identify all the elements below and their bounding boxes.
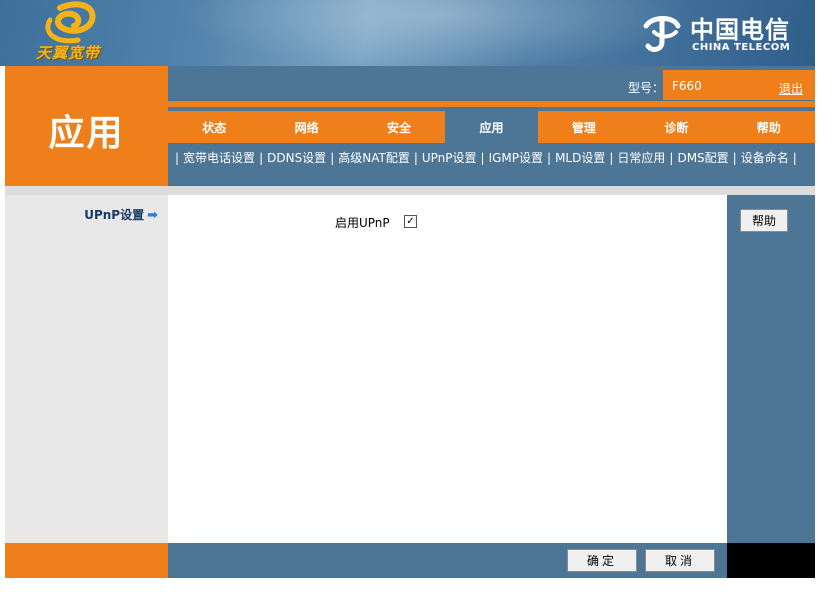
header-swoosh [180, 0, 700, 66]
footer-right [727, 543, 815, 578]
subnav-separator: | [609, 151, 614, 165]
model-label: 型号： [628, 81, 665, 95]
sub-navigation: | 宽带电话设置 | DDNS设置 | 高级NAT配置 | UPnP设置 | IGMP设置 | MLD… [171, 149, 815, 166]
tab-diagnostics[interactable]: 诊断 [630, 111, 722, 143]
footer-left [5, 543, 168, 578]
page-title: 应用 [48, 113, 125, 154]
separator-band [5, 186, 815, 195]
subnav-daily[interactable]: 日常应用 [617, 151, 665, 165]
tab-security[interactable]: 安全 [353, 111, 445, 143]
enable-upnp-checkbox[interactable]: ✓ [404, 215, 417, 228]
subnav-separator: | [669, 151, 674, 165]
china-telecom-logo-icon [643, 16, 681, 52]
china-telecom-logo-en: CHINA TELECOM [692, 42, 791, 53]
subnav-device-name[interactable]: 设备命名 [741, 151, 789, 165]
content-panel [168, 195, 727, 543]
subnav-separator: | [792, 151, 797, 165]
subnav-nat[interactable]: 高级NAT配置 [338, 151, 410, 165]
help-panel [727, 195, 815, 543]
subnav-separator: | [259, 151, 264, 165]
enable-upnp-label: 启用UPnP [335, 216, 390, 230]
tianyi-logo-text: 天翼宽带 [36, 44, 101, 62]
subnav-separator: | [732, 151, 737, 165]
arrow-right-icon: ➡ [147, 208, 158, 223]
subnav-separator: | [480, 151, 485, 165]
subnav-voip[interactable]: 宽带电话设置 [183, 151, 255, 165]
model-value: F660 [672, 79, 702, 93]
sidebar-item-upnp[interactable]: UPnP设置 ➡ [5, 206, 158, 223]
tab-application[interactable]: 应用 [445, 111, 538, 143]
china-telecom-logo-cn: 中国电信 [690, 15, 790, 44]
subnav-dms[interactable]: DMS配置 [677, 151, 728, 165]
footer-bar [168, 543, 727, 578]
tabs-strip [168, 101, 815, 107]
subnav-ddns[interactable]: DDNS设置 [267, 151, 326, 165]
sidebar [5, 195, 168, 543]
ok-button[interactable]: 确定 [567, 549, 637, 572]
help-button[interactable]: 帮助 [740, 209, 788, 232]
subnav-upnp[interactable]: UPnP设置 [422, 151, 477, 165]
main-tabs: 状态 网络 安全 应用 管理 诊断 帮助 [168, 111, 815, 143]
tab-status[interactable]: 状态 [168, 111, 260, 143]
tab-management[interactable]: 管理 [538, 111, 630, 143]
subnav-separator: | [547, 151, 552, 165]
cancel-button[interactable]: 取消 [645, 549, 715, 572]
subnav-separator: | [413, 151, 418, 165]
sidebar-item-label: UPnP设置 [84, 208, 145, 222]
subnav-igmp[interactable]: IGMP设置 [489, 151, 543, 165]
logout-link[interactable]: 退出 [779, 80, 803, 97]
tab-help[interactable]: 帮助 [723, 111, 815, 143]
subnav-separator: | [175, 151, 180, 165]
subnav-separator: | [330, 151, 335, 165]
tab-network[interactable]: 网络 [260, 111, 352, 143]
subnav-mld[interactable]: MLD设置 [555, 151, 605, 165]
